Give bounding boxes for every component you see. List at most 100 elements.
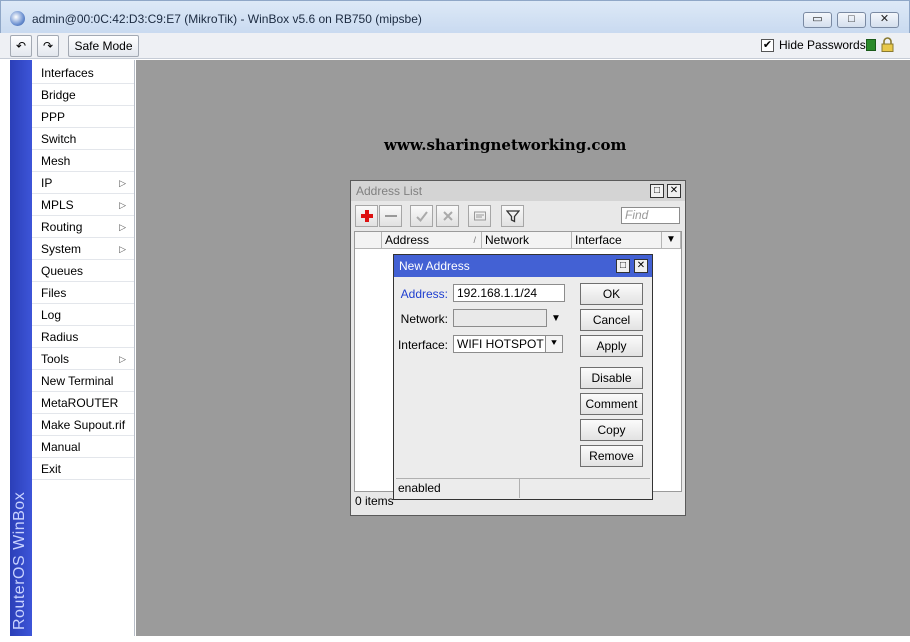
column-handle[interactable] [355,232,382,249]
plus-icon [360,210,373,222]
menu-item-label: MPLS [41,198,74,212]
address-field[interactable]: 192.168.1.1/24 [453,284,565,302]
maximize-icon: □ [619,260,627,271]
comment-button[interactable] [468,205,491,227]
menu-item-label: Radius [41,330,79,344]
menu-item-radius[interactable]: Radius [32,326,134,348]
cancel-button[interactable]: Cancel [580,309,643,331]
menu-item-tools[interactable]: Tools ▷ [32,348,134,370]
filter-button[interactable] [501,205,524,227]
dialog-maximize-button[interactable]: □ [616,259,630,273]
safe-mode-button[interactable]: Safe Mode [68,35,139,57]
menu-item-routing[interactable]: Routing ▷ [32,216,134,238]
menu-item-label: MetaROUTER [41,396,119,410]
undo-button[interactable]: ↶ [10,35,32,57]
menu-item-label: Files [41,286,67,300]
menu-item-label: PPP [41,110,66,124]
interface-select[interactable]: WIFI HOTSPOT [453,335,547,353]
minimize-button[interactable]: ▭ [803,12,832,28]
menu-item-ppp[interactable]: PPP [32,106,134,128]
menu-item-mpls[interactable]: MPLS ▷ [32,194,134,216]
menu-item-label: Tools [41,352,70,366]
address-label: Address: [400,287,448,301]
menu-item-bridge[interactable]: Bridge [32,84,134,106]
network-dropdown-icon[interactable]: ▼ [551,313,561,324]
column-label: Address [385,233,430,247]
lock-icon [881,37,894,52]
menu-item-label: Queues [41,264,84,278]
comment-button[interactable]: Comment [580,393,643,415]
main-toolbar: ↶ ↷ Safe Mode ✔ Hide Passwords [0,33,910,59]
column-label: Interface [575,233,622,247]
network-field[interactable] [453,309,547,327]
disable-button[interactable]: Disable [580,367,643,389]
menu-item-log[interactable]: Log [32,304,134,326]
menu-item-label: Make Supout.rif [41,418,126,432]
find-input[interactable]: Find [621,207,680,224]
enable-button[interactable] [410,205,433,227]
window-titlebar: admin@00:0C:42:D3:C9:E7 (MikroTik) - Win… [0,0,910,34]
close-icon: ✕ [669,185,679,196]
menu-item-new-terminal[interactable]: New Terminal [32,370,134,392]
ok-button[interactable]: OK [580,283,643,305]
apply-button[interactable]: Apply [580,335,643,357]
sort-icon: / [473,235,476,245]
copy-button[interactable]: Copy [580,419,643,441]
address-list-maximize-button[interactable]: □ [650,184,664,198]
chevron-down-icon: ▼ [666,234,676,245]
menu-item-queues[interactable]: Queues [32,260,134,282]
close-icon: ✕ [636,260,646,271]
interface-label: Interface: [397,338,448,352]
add-button[interactable] [355,205,378,227]
undo-icon: ↶ [15,39,27,53]
close-window-button[interactable]: ✕ [870,12,899,28]
column-header-interface[interactable]: Interface [572,232,662,249]
menu-item-metarouter[interactable]: MetaROUTER [32,392,134,414]
menu-item-label: Bridge [41,88,76,102]
menu-item-mesh[interactable]: Mesh [32,150,134,172]
items-count: 0 items [355,494,394,508]
menu-item-ip[interactable]: IP ▷ [32,172,134,194]
new-address-title: New Address [399,259,470,273]
dialog-close-button[interactable]: ✕ [634,259,648,273]
x-icon [442,211,453,221]
address-list-title: Address List [356,184,423,198]
menu-item-make-supout-rif[interactable]: Make Supout.rif [32,414,134,436]
menu-item-interfaces[interactable]: Interfaces [32,62,134,84]
redo-button[interactable]: ↷ [37,35,59,57]
maximize-icon: □ [653,185,661,196]
menu-item-system[interactable]: System ▷ [32,238,134,260]
menu-item-manual[interactable]: Manual [32,436,134,458]
column-header-network[interactable]: Network [482,232,572,249]
check-icon [415,211,428,223]
submenu-arrow-icon: ▷ [119,354,126,364]
address-list-close-button[interactable]: ✕ [667,184,681,198]
minus-icon [384,215,397,217]
menu-item-label: New Terminal [41,374,114,388]
maximize-icon: □ [848,13,855,25]
menu-item-switch[interactable]: Switch [32,128,134,150]
submenu-arrow-icon: ▷ [119,200,126,210]
close-icon: ✕ [879,13,890,25]
window-title: admin@00:0C:42:D3:C9:E7 (MikroTik) - Win… [32,12,422,26]
menu-item-exit[interactable]: Exit [32,458,134,480]
hide-passwords-toggle[interactable]: ✔ Hide Passwords [761,38,866,52]
menu-item-label: Manual [41,440,81,454]
column-menu-button[interactable]: ▼ [662,232,681,249]
network-label: Network: [400,312,448,326]
remove-button[interactable] [379,205,402,227]
column-header-address[interactable]: Address / [382,232,482,249]
hide-passwords-checkbox[interactable]: ✔ [761,38,774,52]
hide-passwords-label: Hide Passwords [779,38,866,52]
submenu-arrow-icon: ▷ [119,178,126,188]
remove-button[interactable]: Remove [580,445,643,467]
menu-item-label: Switch [41,132,77,146]
winbox-app-icon [10,11,25,26]
status-cell-empty [520,479,648,498]
menu-item-files[interactable]: Files [32,282,134,304]
interface-dropdown-button[interactable]: ⯆ [545,335,563,353]
menu-item-label: Routing [41,220,83,234]
chevron-down-icon: ⯆ [550,338,558,349]
disable-button[interactable] [436,205,459,227]
maximize-button[interactable]: □ [837,12,866,28]
